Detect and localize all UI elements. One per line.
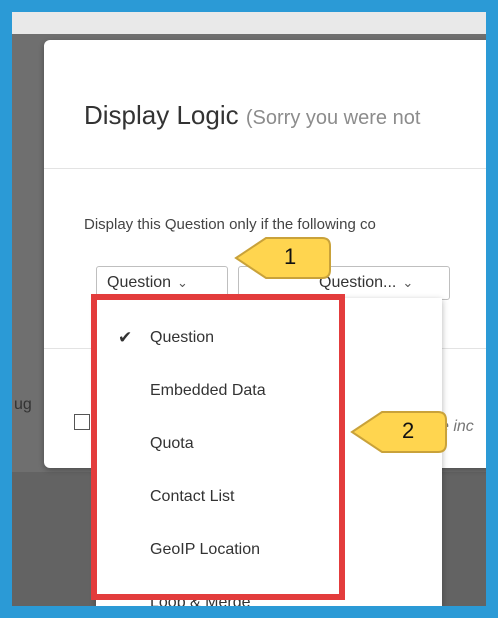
callout-2-arrow-icon (350, 411, 447, 453)
callout-1-arrow-icon (234, 237, 331, 279)
logic-description: Display this Question only if the follow… (84, 216, 376, 233)
callout-1-number: 1 (284, 244, 297, 269)
modal-title: Display Logic (Sorry you were not (84, 100, 420, 131)
callout-2: 2 (348, 406, 448, 458)
condition-type-label: Question (107, 274, 172, 291)
background-label: ug (14, 396, 32, 413)
callout-1: 1 (232, 232, 332, 284)
screenshot-frame: ug Display Logic (Sorry you were not Dis… (12, 12, 486, 606)
chevron-down-icon: ⌄ (402, 275, 414, 290)
callout-2-number: 2 (402, 418, 415, 443)
header-divider (44, 168, 486, 169)
include-checkbox[interactable] (74, 414, 90, 430)
background-page-strip (12, 12, 486, 34)
modal-subtitle: (Sorry you were not (245, 107, 421, 129)
menu-highlight-box (91, 294, 345, 600)
modal-title-text: Display Logic (84, 100, 239, 130)
